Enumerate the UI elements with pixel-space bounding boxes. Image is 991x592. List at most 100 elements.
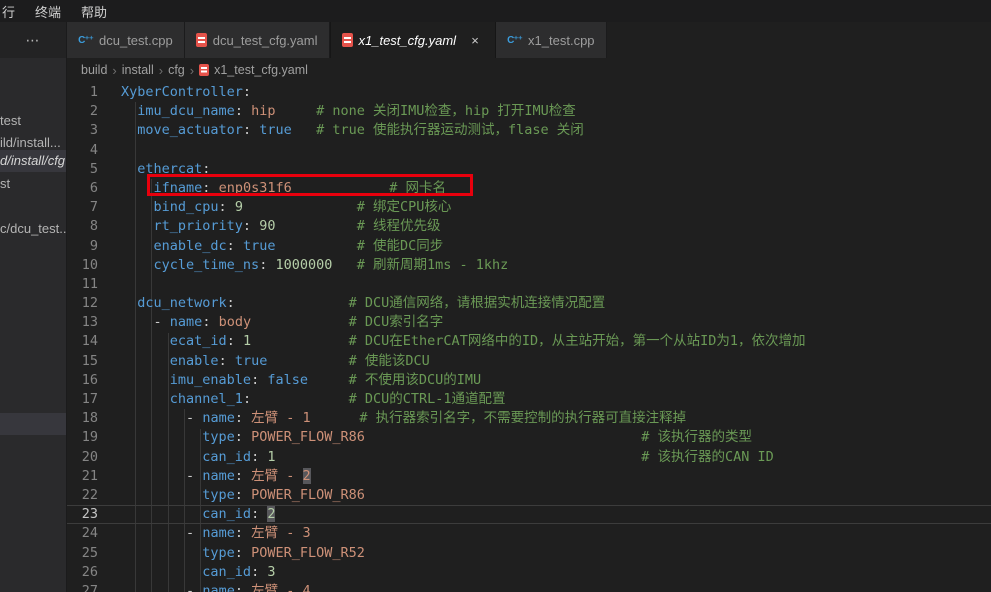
breadcrumb-item-1[interactable]: install bbox=[122, 63, 154, 77]
vscode-window: 行终端帮助 ⋯ testild/install...d/install/cfgs… bbox=[0, 0, 991, 592]
code-text: - name: 左臂 - 3 bbox=[113, 524, 311, 543]
code-line-8[interactable]: 8 rt_priority: 90 # 线程优先级 bbox=[67, 217, 991, 236]
code-line-15[interactable]: 15 enable: true # 使能该DCU bbox=[67, 352, 991, 371]
menu-bar: 行终端帮助 bbox=[0, 0, 991, 22]
code-line-17[interactable]: 17 channel_1: # DCU的CTRL-1通道配置 bbox=[67, 390, 991, 409]
code-line-13[interactable]: 13 - name: body # DCU索引名字 bbox=[67, 313, 991, 332]
line-number: 4 bbox=[67, 141, 113, 160]
menu-item-0[interactable]: 行 bbox=[0, 2, 25, 21]
line-number: 12 bbox=[67, 294, 113, 313]
sidebar-item-5[interactable] bbox=[0, 413, 66, 435]
code-line-22[interactable]: 22 type: POWER_FLOW_R86 bbox=[67, 486, 991, 505]
code-text: - name: 左臂 - 4 bbox=[113, 582, 311, 592]
code-line-23[interactable]: 23 can_id: 2 bbox=[67, 505, 991, 524]
code-line-5[interactable]: 5 ethercat: bbox=[67, 160, 991, 179]
code-line-2[interactable]: 2 imu_dcu_name: hip # none 关闭IMU检查，hip 打… bbox=[67, 102, 991, 121]
sidebar-item-3[interactable]: st bbox=[0, 173, 66, 194]
sidebar-item-2[interactable]: d/install/cfg bbox=[0, 150, 66, 172]
chevron-right-icon: › bbox=[189, 63, 195, 78]
menu-item-1[interactable]: 终端 bbox=[25, 2, 71, 21]
code-line-11[interactable]: 11 bbox=[67, 275, 991, 294]
breadcrumb: build›install›cfg›x1_test_cfg.yaml bbox=[67, 58, 991, 82]
code-line-10[interactable]: 10 cycle_time_ns: 1000000 # 刷新周期1ms - 1k… bbox=[67, 256, 991, 275]
sidebar-item-4[interactable]: c/dcu_test... bbox=[0, 218, 66, 239]
sidebar-item-0[interactable]: test bbox=[0, 110, 66, 131]
code-text: move_actuator: true # true 使能执行器运动测试，fla… bbox=[113, 121, 584, 140]
code-line-18[interactable]: 18 - name: 左臂 - 1 # 执行器索引名字，不需要控制的执行器可直接… bbox=[67, 409, 991, 428]
code-line-7[interactable]: 7 bind_cpu: 9 # 绑定CPU核心 bbox=[67, 198, 991, 217]
code-text: - name: body # DCU索引名字 bbox=[113, 313, 443, 332]
code-line-9[interactable]: 9 enable_dc: true # 使能DC同步 bbox=[67, 237, 991, 256]
code-text: ecat_id: 1 # DCU在EtherCAT网络中的ID，从主站开始，第一… bbox=[113, 332, 805, 351]
code-line-12[interactable]: 12 dcu_network: # DCU通信网络，请根据实机连接情况配置 bbox=[67, 294, 991, 313]
code-text: can_id: 1 # 该执行器的CAN ID bbox=[113, 448, 774, 467]
menu-item-2[interactable]: 帮助 bbox=[71, 2, 117, 21]
tab-dcu_test_cfg-yaml[interactable]: dcu_test_cfg.yaml bbox=[185, 22, 330, 58]
tab-x1_test-cpp[interactable]: x1_test.cpp bbox=[496, 22, 607, 58]
code-line-19[interactable]: 19 type: POWER_FLOW_R86 # 该执行器的类型 bbox=[67, 428, 991, 447]
line-number: 6 bbox=[67, 179, 113, 198]
cpp-file-icon bbox=[78, 33, 93, 48]
code-text: dcu_network: # DCU通信网络，请根据实机连接情况配置 bbox=[113, 294, 605, 313]
breadcrumb-item-0[interactable]: build bbox=[81, 63, 107, 77]
code-text: XyberController: bbox=[113, 83, 251, 102]
code-line-20[interactable]: 20 can_id: 1 # 该执行器的CAN ID bbox=[67, 448, 991, 467]
code-line-6[interactable]: 6 ifname: enp0s31f6 # 网卡名 bbox=[67, 179, 991, 198]
line-number: 22 bbox=[67, 486, 113, 505]
code-line-25[interactable]: 25 type: POWER_FLOW_R52 bbox=[67, 544, 991, 563]
code-line-24[interactable]: 24 - name: 左臂 - 3 bbox=[67, 524, 991, 543]
breadcrumb-item-3[interactable]: x1_test_cfg.yaml bbox=[199, 63, 308, 77]
code-text bbox=[113, 275, 121, 294]
line-number: 14 bbox=[67, 332, 113, 351]
code-line-16[interactable]: 16 imu_enable: false # 不使用该DCU的IMU bbox=[67, 371, 991, 390]
code-text: type: POWER_FLOW_R52 bbox=[113, 544, 365, 563]
code-line-3[interactable]: 3 move_actuator: true # true 使能执行器运动测试，f… bbox=[67, 121, 991, 140]
breadcrumb-item-2[interactable]: cfg bbox=[168, 63, 185, 77]
code-text: enable_dc: true # 使能DC同步 bbox=[113, 237, 443, 256]
tab-label: dcu_test.cpp bbox=[99, 33, 173, 48]
yaml-file-icon bbox=[196, 33, 207, 47]
tab-x1_test_cfg-yaml[interactable]: x1_test_cfg.yaml× bbox=[330, 22, 497, 58]
code-text: enable: true # 使能该DCU bbox=[113, 352, 430, 371]
line-number: 19 bbox=[67, 428, 113, 447]
editor[interactable]: 1XyberController:2 imu_dcu_name: hip # n… bbox=[67, 82, 991, 592]
yaml-file-icon bbox=[342, 33, 353, 47]
more-actions-icon[interactable]: ⋯ bbox=[26, 32, 41, 49]
line-number: 3 bbox=[67, 121, 113, 140]
code-text: cycle_time_ns: 1000000 # 刷新周期1ms - 1khz bbox=[113, 256, 508, 275]
tab-dcu_test-cpp[interactable]: dcu_test.cpp bbox=[67, 22, 185, 58]
line-number: 5 bbox=[67, 160, 113, 179]
line-number: 13 bbox=[67, 313, 113, 332]
line-number: 24 bbox=[67, 524, 113, 543]
code-text: bind_cpu: 9 # 绑定CPU核心 bbox=[113, 198, 451, 217]
code-text: can_id: 2 bbox=[113, 505, 275, 524]
line-number: 18 bbox=[67, 409, 113, 428]
sidebar-actions: ⋯ bbox=[0, 22, 66, 58]
line-number: 2 bbox=[67, 102, 113, 121]
code-text: can_id: 3 bbox=[113, 563, 275, 582]
code-line-14[interactable]: 14 ecat_id: 1 # DCU在EtherCAT网络中的ID，从主站开始… bbox=[67, 332, 991, 351]
line-number: 25 bbox=[67, 544, 113, 563]
code-line-4[interactable]: 4 bbox=[67, 141, 991, 160]
line-number: 15 bbox=[67, 352, 113, 371]
line-number: 17 bbox=[67, 390, 113, 409]
tab-label: x1_test.cpp bbox=[528, 33, 595, 48]
code-line-27[interactable]: 27 - name: 左臂 - 4 bbox=[67, 582, 991, 592]
yaml-file-icon bbox=[199, 64, 209, 76]
sidebar: ⋯ testild/install...d/install/cfgstc/dcu… bbox=[0, 22, 67, 592]
code-line-26[interactable]: 26 can_id: 3 bbox=[67, 563, 991, 582]
code-lines: 1XyberController:2 imu_dcu_name: hip # n… bbox=[67, 83, 991, 592]
code-line-1[interactable]: 1XyberController: bbox=[67, 83, 991, 102]
line-number: 23 bbox=[67, 505, 113, 524]
code-text: ethercat: bbox=[113, 160, 210, 179]
code-text: imu_dcu_name: hip # none 关闭IMU检查，hip 打开I… bbox=[113, 102, 576, 121]
line-number: 26 bbox=[67, 563, 113, 582]
line-number: 11 bbox=[67, 275, 113, 294]
code-line-21[interactable]: 21 - name: 左臂 - 2 bbox=[67, 467, 991, 486]
line-number: 27 bbox=[67, 582, 113, 592]
line-number: 1 bbox=[67, 83, 113, 102]
close-icon[interactable]: × bbox=[466, 31, 484, 49]
code-text: type: POWER_FLOW_R86 bbox=[113, 486, 365, 505]
code-text: ifname: enp0s31f6 # 网卡名 bbox=[113, 179, 446, 198]
line-number: 7 bbox=[67, 198, 113, 217]
